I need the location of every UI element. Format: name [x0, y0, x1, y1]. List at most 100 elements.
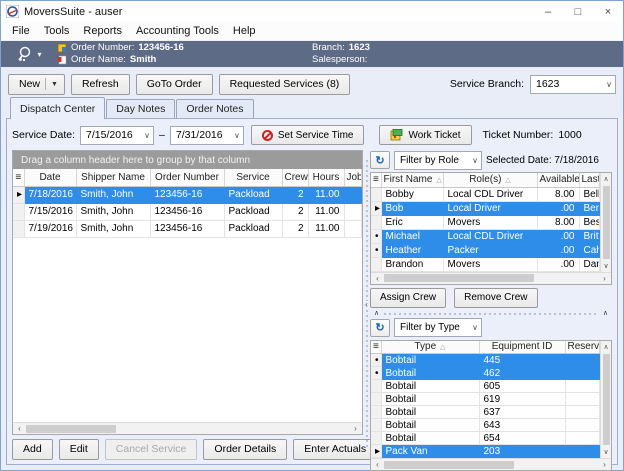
order-search-button[interactable]: ▾ [1, 45, 57, 63]
equipment-row[interactable]: Bobtail 637 [371, 406, 600, 419]
scroll-up-icon[interactable]: ∧ [601, 173, 611, 185]
crew-row[interactable]: Brandon Movers .00 Daniels [371, 257, 600, 271]
cell-reserved [565, 367, 600, 380]
menu-help[interactable]: Help [226, 25, 263, 37]
service-date-from-select[interactable]: 7/15/2016 ∨ [80, 126, 154, 145]
requested-services-button[interactable]: Requested Services (8) [219, 74, 351, 95]
close-button[interactable]: × [593, 1, 623, 22]
schedule-row[interactable]: 7/19/2016 Smith, John 123456-16 Packload… [13, 220, 362, 237]
menu-tools[interactable]: Tools [37, 25, 77, 37]
collapse-up-icon[interactable]: ∧ [603, 310, 608, 317]
service-branch-select[interactable]: 1623 ∨ [530, 75, 616, 94]
cell-reserved [565, 432, 600, 445]
crew-header-row: ≡ First Name△ Role(s)△ Available Last N [371, 173, 600, 187]
cell-order: 123456-16 [150, 186, 224, 203]
new-button[interactable]: New ▼ [8, 74, 65, 95]
col-equipment-id[interactable]: Equipment ID [479, 341, 565, 354]
scroll-left-icon[interactable]: ‹ [371, 273, 384, 284]
minimize-button[interactable]: – [533, 1, 563, 22]
cell-type: Bobtail [381, 419, 479, 432]
col-job-start[interactable]: Job Start [344, 169, 362, 186]
col-date[interactable]: Date [24, 169, 76, 186]
crew-row[interactable]: Bobby Local CDL Driver 8.00 Bell [371, 187, 600, 201]
scrollbar-thumb[interactable] [603, 186, 610, 259]
equipment-row[interactable]: Bobtail 619 [371, 393, 600, 406]
chevron-down-icon[interactable]: ▼ [45, 78, 58, 90]
col-reserved[interactable]: Reserved [565, 341, 600, 354]
collapse-up-icon[interactable]: ∧ [374, 310, 379, 317]
equipment-row[interactable]: ▸ Pack Van 203 [371, 445, 600, 458]
menu-reports[interactable]: Reports [76, 25, 129, 37]
tab-order-notes[interactable]: Order Notes [176, 99, 253, 118]
cell-service: Packload [224, 186, 282, 203]
service-date-to-select[interactable]: 7/31/2016 ∨ [170, 126, 244, 145]
scroll-right-icon[interactable]: › [598, 459, 611, 470]
col-order-number[interactable]: Order Number [150, 169, 224, 186]
group-by-bar[interactable]: Drag a column header here to group by th… [13, 151, 362, 169]
equipment-row[interactable]: Bobtail 605 [371, 380, 600, 393]
scrollbar-thumb[interactable] [26, 425, 116, 433]
crew-row[interactable]: ▸ Bob Local Driver .00 Bender [371, 201, 600, 215]
col-available[interactable]: Available [537, 173, 579, 187]
menu-file[interactable]: File [5, 25, 37, 37]
equipment-refresh-button[interactable]: ↻ [370, 319, 390, 337]
crew-refresh-button[interactable]: ↻ [370, 151, 390, 169]
col-crew[interactable]: Crew [282, 169, 308, 186]
equipment-hscrollbar[interactable]: ‹ › [371, 458, 611, 470]
refresh-button[interactable]: Refresh [71, 74, 130, 95]
tab-day-notes[interactable]: Day Notes [106, 99, 175, 118]
cell-roles: Local CDL Driver [443, 187, 537, 201]
add-button[interactable]: Add [12, 439, 53, 460]
crew-row[interactable]: • Michael Local CDL Driver .00 Britt [371, 229, 600, 243]
scrollbar-thumb[interactable] [384, 274, 534, 282]
col-shipper-name[interactable]: Shipper Name [76, 169, 150, 186]
maximize-button[interactable]: □ [563, 1, 593, 22]
equipment-row[interactable]: Bobtail 654 [371, 432, 600, 445]
equipment-row[interactable]: • Bobtail 462 [371, 367, 600, 380]
set-service-time-button[interactable]: Set Service Time [251, 125, 365, 145]
scroll-right-icon[interactable]: › [349, 423, 362, 434]
goto-order-button[interactable]: GoTo Order [136, 74, 213, 95]
col-roles[interactable]: Role(s)△ [443, 173, 537, 187]
schedule-row[interactable]: 7/15/2016 Smith, John 123456-16 Packload… [13, 203, 362, 220]
col-first-name[interactable]: First Name△ [381, 173, 443, 187]
col-type[interactable]: Type△ [381, 341, 479, 354]
edit-button[interactable]: Edit [59, 439, 99, 460]
scroll-right-icon[interactable]: › [598, 273, 611, 284]
crew-row[interactable]: • Heather Packer .00 Cahill [371, 243, 600, 257]
col-hours[interactable]: Hours [308, 169, 344, 186]
menu-accounting-tools[interactable]: Accounting Tools [129, 25, 226, 37]
scroll-left-icon[interactable]: ‹ [13, 423, 26, 434]
cell-reserved [565, 393, 600, 406]
scroll-down-icon[interactable]: ∨ [601, 260, 611, 272]
scroll-left-icon[interactable]: ‹ [371, 459, 384, 470]
schedule-hscrollbar[interactable]: ‹ › [13, 422, 362, 434]
crew-row[interactable]: Eric Movers 8.00 Best [371, 215, 600, 229]
col-service[interactable]: Service [224, 169, 282, 186]
equipment-filter-select[interactable]: Filter by Type ∨ [394, 318, 482, 337]
vertical-splitter[interactable]: ‹ [363, 150, 370, 460]
cell-equipment-id: 654 [479, 432, 565, 445]
equipment-vscrollbar[interactable]: ∧ ∨ [600, 341, 611, 459]
crew-filter-select[interactable]: Filter by Role ∨ [394, 151, 482, 170]
scroll-down-icon[interactable]: ∨ [601, 446, 611, 458]
collapse-left-icon[interactable]: ‹ [365, 301, 368, 309]
order-details-button[interactable]: Order Details [203, 439, 287, 460]
schedule-row[interactable]: ▸ 7/18/2016 Smith, John 123456-16 Packlo… [13, 186, 362, 203]
tab-dispatch-center[interactable]: Dispatch Center [10, 97, 105, 119]
sort-asc-icon: △ [436, 177, 441, 184]
assign-crew-button[interactable]: Assign Crew [370, 288, 446, 308]
equipment-row[interactable]: • Bobtail 445 [371, 354, 600, 367]
scrollbar-thumb[interactable] [603, 354, 610, 446]
remove-crew-button[interactable]: Remove Crew [454, 288, 537, 308]
work-ticket-button[interactable]: Work Ticket [379, 125, 471, 145]
crew-hscrollbar[interactable]: ‹ › [371, 272, 611, 284]
scroll-up-icon[interactable]: ∧ [601, 341, 611, 353]
horizontal-splitter[interactable]: ∧ ∧ [370, 310, 612, 318]
equipment-row[interactable]: Bobtail 643 [371, 419, 600, 432]
scrollbar-thumb[interactable] [384, 461, 514, 469]
col-last-name[interactable]: Last N [579, 173, 600, 187]
row-marker: • [371, 354, 381, 367]
cell-reserved [565, 406, 600, 419]
crew-vscrollbar[interactable]: ∧ ∨ [600, 173, 611, 272]
